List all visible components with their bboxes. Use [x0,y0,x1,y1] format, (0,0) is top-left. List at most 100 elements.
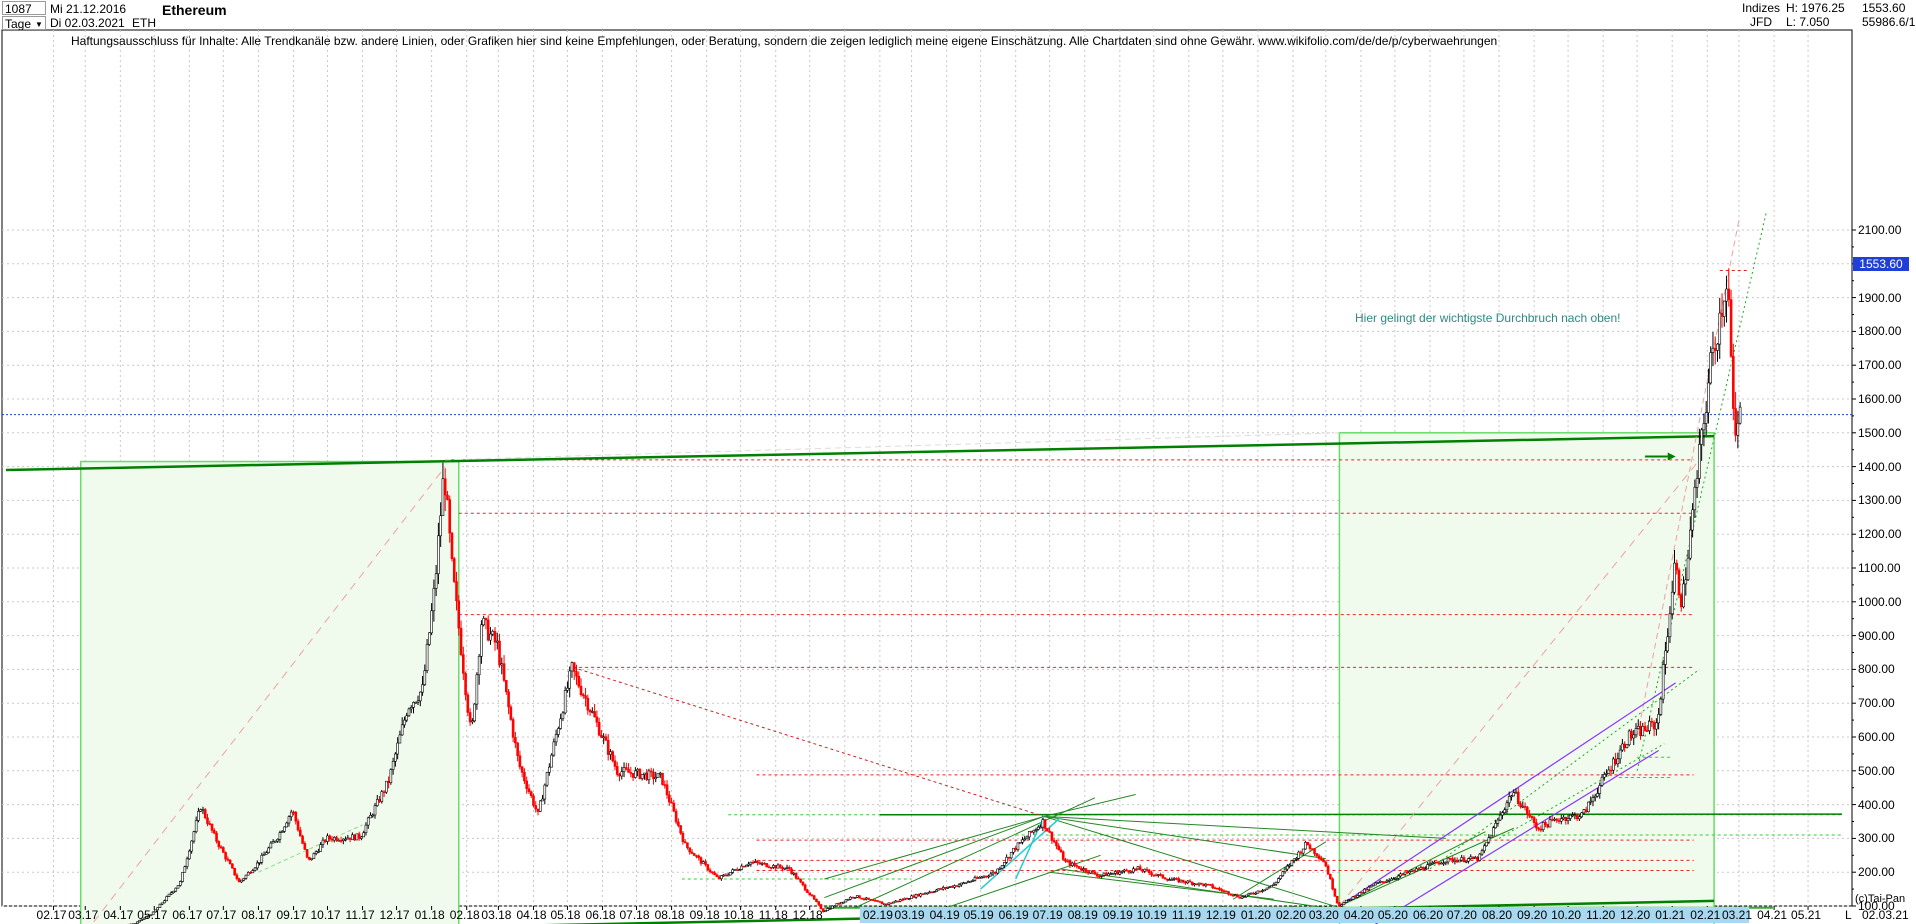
candle-body [602,736,605,739]
candle-body [1041,819,1045,828]
interval-select[interactable]: Tage ▼ [2,16,46,31]
candle-body [314,851,318,854]
candle-body [1267,886,1271,889]
broker-label: JFD [1750,15,1772,29]
candle-body [1222,890,1226,893]
candle-body [1548,819,1552,828]
candle-body [1489,835,1493,839]
x-tick-label: 04.21 [1757,908,1788,922]
candle-body [1009,851,1013,859]
candle-body [1494,822,1497,829]
symbol-short: ETH [132,16,156,30]
candle-body [165,896,169,902]
candle-body [638,769,642,779]
period-count-select[interactable]: 1087▼ [2,1,46,28]
candle-body [726,874,730,877]
candle-body [471,720,474,723]
candle-body [948,886,952,888]
candle-body [568,670,572,689]
candle-body [197,811,200,821]
market-label: Indizes [1742,1,1781,15]
candle-body [536,808,540,812]
candle-body [328,835,332,840]
candle-body [600,734,603,738]
candle-body [785,866,789,869]
candle-body [430,610,433,634]
candle-body [1496,819,1500,824]
candle-body [812,895,816,900]
candle-body [1052,840,1056,843]
candle-body [566,687,569,691]
candle-body [772,865,775,868]
candle-body [1007,856,1011,859]
candle-body [1383,881,1386,883]
candle-body [1392,878,1396,881]
candle-body [1478,853,1482,861]
candle-body [939,888,943,890]
candle-body [1080,868,1083,871]
candle-body [210,823,214,831]
candle-body [323,839,327,842]
candle-body [428,632,431,645]
candle-body [249,872,252,874]
candle-body [548,766,551,773]
candle-body [1290,860,1294,866]
candle-body [919,893,922,897]
candle-body [806,889,809,894]
candle-body [851,896,854,899]
candle-body [1453,859,1457,862]
candle-body [584,695,587,699]
candle-body [1725,288,1728,302]
candle-body [403,719,406,726]
candle-body [400,724,404,736]
candle-body [448,499,452,534]
candle-body [1630,730,1633,739]
candle-body [1589,800,1593,803]
candle-body [1575,814,1579,820]
candle-body [1700,429,1703,445]
candle-body [1426,864,1430,870]
candle-body [1444,861,1448,864]
y-tick-label: 1500.00 [1858,425,1902,440]
candle-body [394,753,397,762]
low-value: L: 7.050 [1786,15,1830,29]
candle-body [1326,865,1330,875]
candle-body [366,817,370,826]
candle-body [937,888,941,891]
current-price-label: 1553.60 [1853,257,1909,271]
candle-body [477,656,481,676]
candle-body [1596,793,1599,797]
candle-body [312,853,316,859]
candle-body [930,891,934,894]
candle-body [801,881,805,886]
x-tick-label: 04.19 [929,908,960,922]
candle-body [758,862,762,865]
candle-body [722,874,725,877]
candle-body [1150,872,1153,876]
candle-body [455,581,458,602]
candle-body [1168,879,1171,881]
candle-body [969,881,972,883]
candle-body [1485,841,1488,847]
candle-body [833,905,836,908]
candle-body [231,863,234,869]
candle-body [1713,347,1717,351]
candle-body [1421,867,1425,870]
volume-value: 55986.6/1 [1862,15,1916,29]
x-tick-label: 07.19 [1032,908,1063,922]
price-chart[interactable] [0,0,1916,924]
candle-body [1046,828,1049,832]
candle-body [1295,858,1298,860]
candle-body [299,829,302,837]
candle-body [385,780,388,793]
candle-body [982,875,986,878]
candle-body [1061,851,1065,860]
candle-body [373,805,377,816]
candle-body [294,811,298,822]
breakout-annotation: Hier gelingt der wichtigste Durchbruch n… [1355,311,1621,325]
candle-body [1736,422,1740,436]
candle-body [1535,822,1538,829]
candle-body [1193,883,1196,886]
candle-body [1329,874,1332,880]
candle-body [1410,869,1414,872]
